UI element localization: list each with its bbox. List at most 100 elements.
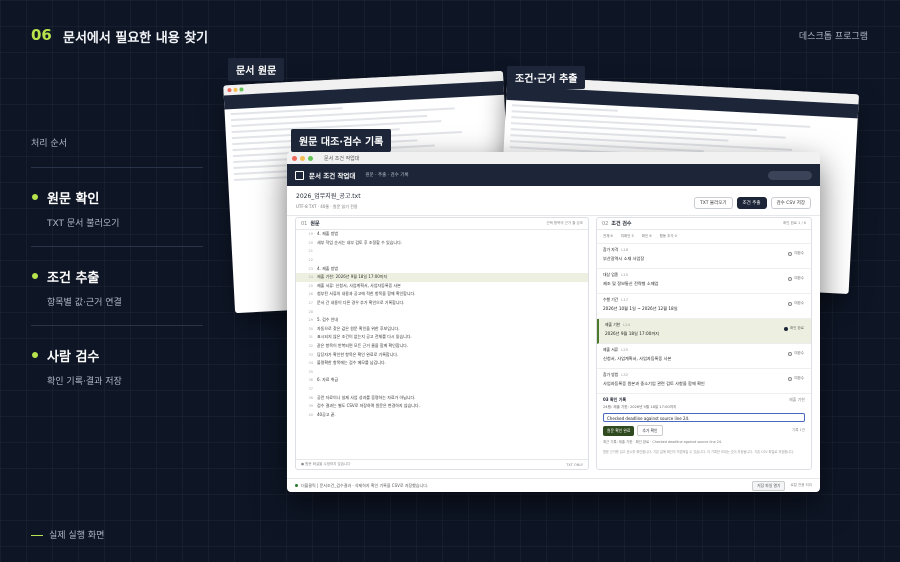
line-number: 23 — [308, 266, 313, 271]
line-number: 28 — [308, 309, 313, 314]
line-number: 38 — [308, 395, 313, 400]
open-saved-file-button[interactable]: 저장 파일 열기 — [752, 480, 786, 491]
line-text: 첨부된 서류의 내용과 공고에 적힌 항목을 함께 확인합니다. — [317, 291, 416, 297]
extract-button[interactable]: 조건 추출 — [736, 197, 767, 209]
line-number: 31 — [308, 335, 313, 340]
tab-checked[interactable]: 확인 6 — [642, 234, 652, 239]
tag-extract: 조건·근거 추출 — [507, 66, 586, 89]
line-number: 25 — [308, 283, 313, 288]
source-line[interactable]: 22 — [296, 256, 588, 265]
minimize-button[interactable] — [300, 155, 305, 161]
record-panel: 03 확인 기록 제출 기한 24행: 제출 기한: 2026년 9월 18일 1… — [597, 394, 811, 458]
item-status: 미완수 — [794, 276, 804, 280]
step-subtitle: TXT 문서 불러오기 — [47, 219, 120, 229]
pane-title: 조건 검수 — [611, 221, 632, 227]
source-line[interactable]: 24 제출 기한: 2026년 9월 18일 17:00까지 — [296, 272, 588, 282]
line-number: 35 — [308, 369, 313, 374]
review-item[interactable]: 참가 자격 L18 부산광역시 소재 사업장 미완수 — [597, 244, 811, 269]
item-value: 2026년 10월 1일 ~ 2026년 12월 18일 — [603, 306, 678, 311]
line-number: 20 — [308, 240, 313, 245]
line-number: 26 — [308, 292, 313, 297]
line-number: 36 — [308, 378, 313, 383]
source-line[interactable]: 31 표시되지 않은 조건이 없는지 공고 전체를 다시 읽습니다. — [296, 333, 588, 342]
review-item[interactable]: 제출 기한 L24 2026년 9월 18일 17:00까지 확인 완료 — [597, 319, 811, 344]
line-number: 39 — [308, 404, 313, 409]
review-item[interactable]: 대상 업종 L15 제조 및 정보통신 전략형 소매업 미완수 — [597, 269, 811, 294]
open-txt-button[interactable]: TXT 불러오기 — [694, 197, 733, 209]
source-line[interactable]: 29 5. 검수 안내 — [296, 316, 588, 325]
review-item[interactable]: 수행 기간 L17 2026년 10월 1일 ~ 2026년 12월 18일 미완수 — [597, 294, 811, 319]
line-text: 5. 검수 안내 — [317, 317, 339, 323]
item-value: 신청서, 사업계획서, 사업자등록증 사본 — [603, 356, 672, 361]
source-line[interactable]: 30 자동으로 찾은 값은 원문 확인을 위한 후보입니다. — [296, 325, 588, 334]
source-line[interactable]: 20 세부 작업 순서는 내부 검토 후 조정할 수 있습니다. — [296, 239, 588, 248]
item-value: 부산광역시 소재 사업장 — [603, 256, 645, 261]
item-status: 미완수 — [794, 376, 804, 380]
line-text: 6. 자료 취급 — [317, 377, 339, 383]
line-number: 22 — [308, 258, 313, 263]
item-status: 미완수 — [794, 351, 804, 355]
source-line[interactable]: 34 불명확한 항목에는 검수 메모를 남깁니다. — [296, 359, 588, 368]
section-label: 데스크톱 프로그램 — [798, 32, 868, 42]
window-titlebar: 문서 조건 작업대 — [287, 152, 820, 164]
line-text: 4. 제출 방법 — [317, 231, 339, 237]
record-title: 03 확인 기록 — [603, 397, 627, 402]
step-subtitle: 확인 기록·결과 저장 — [47, 377, 122, 387]
source-line[interactable]: 27 문서 간 내용이 다른 경우 추가 확인으로 기록합니다. — [296, 299, 588, 308]
record-item: 제출 기한 — [789, 397, 805, 402]
source-line[interactable]: 36 6. 자료 취급 — [296, 376, 588, 385]
status-radio-icon[interactable] — [788, 276, 793, 281]
tab-unchecked[interactable]: 미확인 5 — [621, 234, 634, 239]
source-line[interactable]: 25 제출 서류: 신청서, 사업계획서, 사업자등록증 사본 — [296, 282, 588, 291]
item-line-ref: L15 — [621, 272, 629, 277]
item-line-ref: L32 — [621, 372, 629, 377]
status-radio-icon[interactable] — [788, 301, 793, 306]
source-footer-note: ● 원문 화살을 수정하지 않습니다 — [301, 462, 351, 466]
item-value: 제조 및 정보통신 전략형 소매업 — [603, 281, 659, 286]
close-button[interactable] — [292, 155, 297, 161]
status-radio-icon[interactable] — [788, 251, 793, 256]
review-item[interactable]: 제출 서류 L25 신청서, 사업계획서, 사업자등록증 사본 미완수 — [597, 344, 811, 369]
source-line[interactable]: 33 담당자가 확인한 항목은 확인 완료로 기록합니다. — [296, 350, 588, 359]
tab-all[interactable]: 전체 6 — [603, 234, 613, 239]
item-line-ref: L24 — [623, 322, 631, 327]
search-input[interactable] — [768, 170, 812, 180]
page-title: 문서에서 필요한 내용 찾기 — [63, 31, 209, 46]
line-number: 37 — [308, 386, 313, 391]
item-key: 제출 기한 — [605, 322, 621, 327]
record-memo-input[interactable]: Checked deadline against source line 24. — [603, 413, 805, 422]
confirm-button[interactable]: 원문 확인 완료 — [603, 425, 635, 436]
record-counter: 기록 1건 — [792, 428, 805, 432]
status-radio-icon[interactable] — [788, 351, 793, 356]
source-line[interactable]: 40 40공고 끝. — [296, 410, 588, 419]
source-line[interactable]: 26 첨부된 서류의 내용과 공고에 적힌 항목을 함께 확인합니다. — [296, 290, 588, 299]
step-bullet — [32, 194, 38, 200]
line-text: 같은 항목이 반복되면 모든 근거 줄을 함께 확인합니다. — [317, 343, 409, 349]
source-line[interactable]: 28 — [296, 307, 588, 316]
line-number: 24 — [308, 275, 313, 280]
save-csv-button[interactable]: 검수 CSV 저장 — [770, 197, 811, 209]
source-line[interactable]: 39 검수 결과는 별도 CSV로 저장하며 원문은 변경하지 않습니다. — [296, 402, 588, 411]
line-text: 문서 간 내용이 다른 경우 추가 확인으로 기록합니다. — [317, 300, 405, 306]
line-text: 공란 자료이나 실제 사업 성과를 증명하는 자료가 아닙니다. — [317, 394, 416, 400]
additional-check-button[interactable]: 추가 확인 — [637, 425, 663, 436]
source-line[interactable]: 32 같은 항목이 반복되면 모든 근거 줄을 함께 확인합니다. — [296, 342, 588, 351]
item-line-ref: L18 — [621, 247, 629, 252]
line-number: 21 — [308, 249, 313, 254]
line-text: 40공고 끝. — [317, 411, 336, 417]
tab-extra[interactable]: 활동 추가 0 — [660, 234, 677, 239]
source-line[interactable]: 37 — [296, 385, 588, 394]
source-line[interactable]: 38 공란 자료이나 실제 사업 성과를 증명하는 자료가 아닙니다. — [296, 393, 588, 402]
review-item[interactable]: 참가 방법 L32 사업자등록증 원본과 중소기업 관련 검토 사항을 함께 확인 미… — [597, 369, 811, 394]
source-line[interactable]: 19 4. 제출 방법 — [296, 230, 588, 239]
status-radio-icon[interactable] — [784, 326, 788, 331]
source-line[interactable]: 35 — [296, 368, 588, 377]
step-bullet — [32, 273, 38, 279]
status-radio-icon[interactable] — [788, 376, 793, 381]
source-line[interactable]: 21 — [296, 247, 588, 256]
line-number: 30 — [308, 326, 313, 331]
pane-number: 01 — [301, 220, 308, 227]
source-line[interactable]: 23 4. 제출 방법 — [296, 264, 588, 273]
line-text: 4. 제출 방법 — [317, 265, 339, 271]
maximize-button[interactable] — [308, 155, 313, 161]
